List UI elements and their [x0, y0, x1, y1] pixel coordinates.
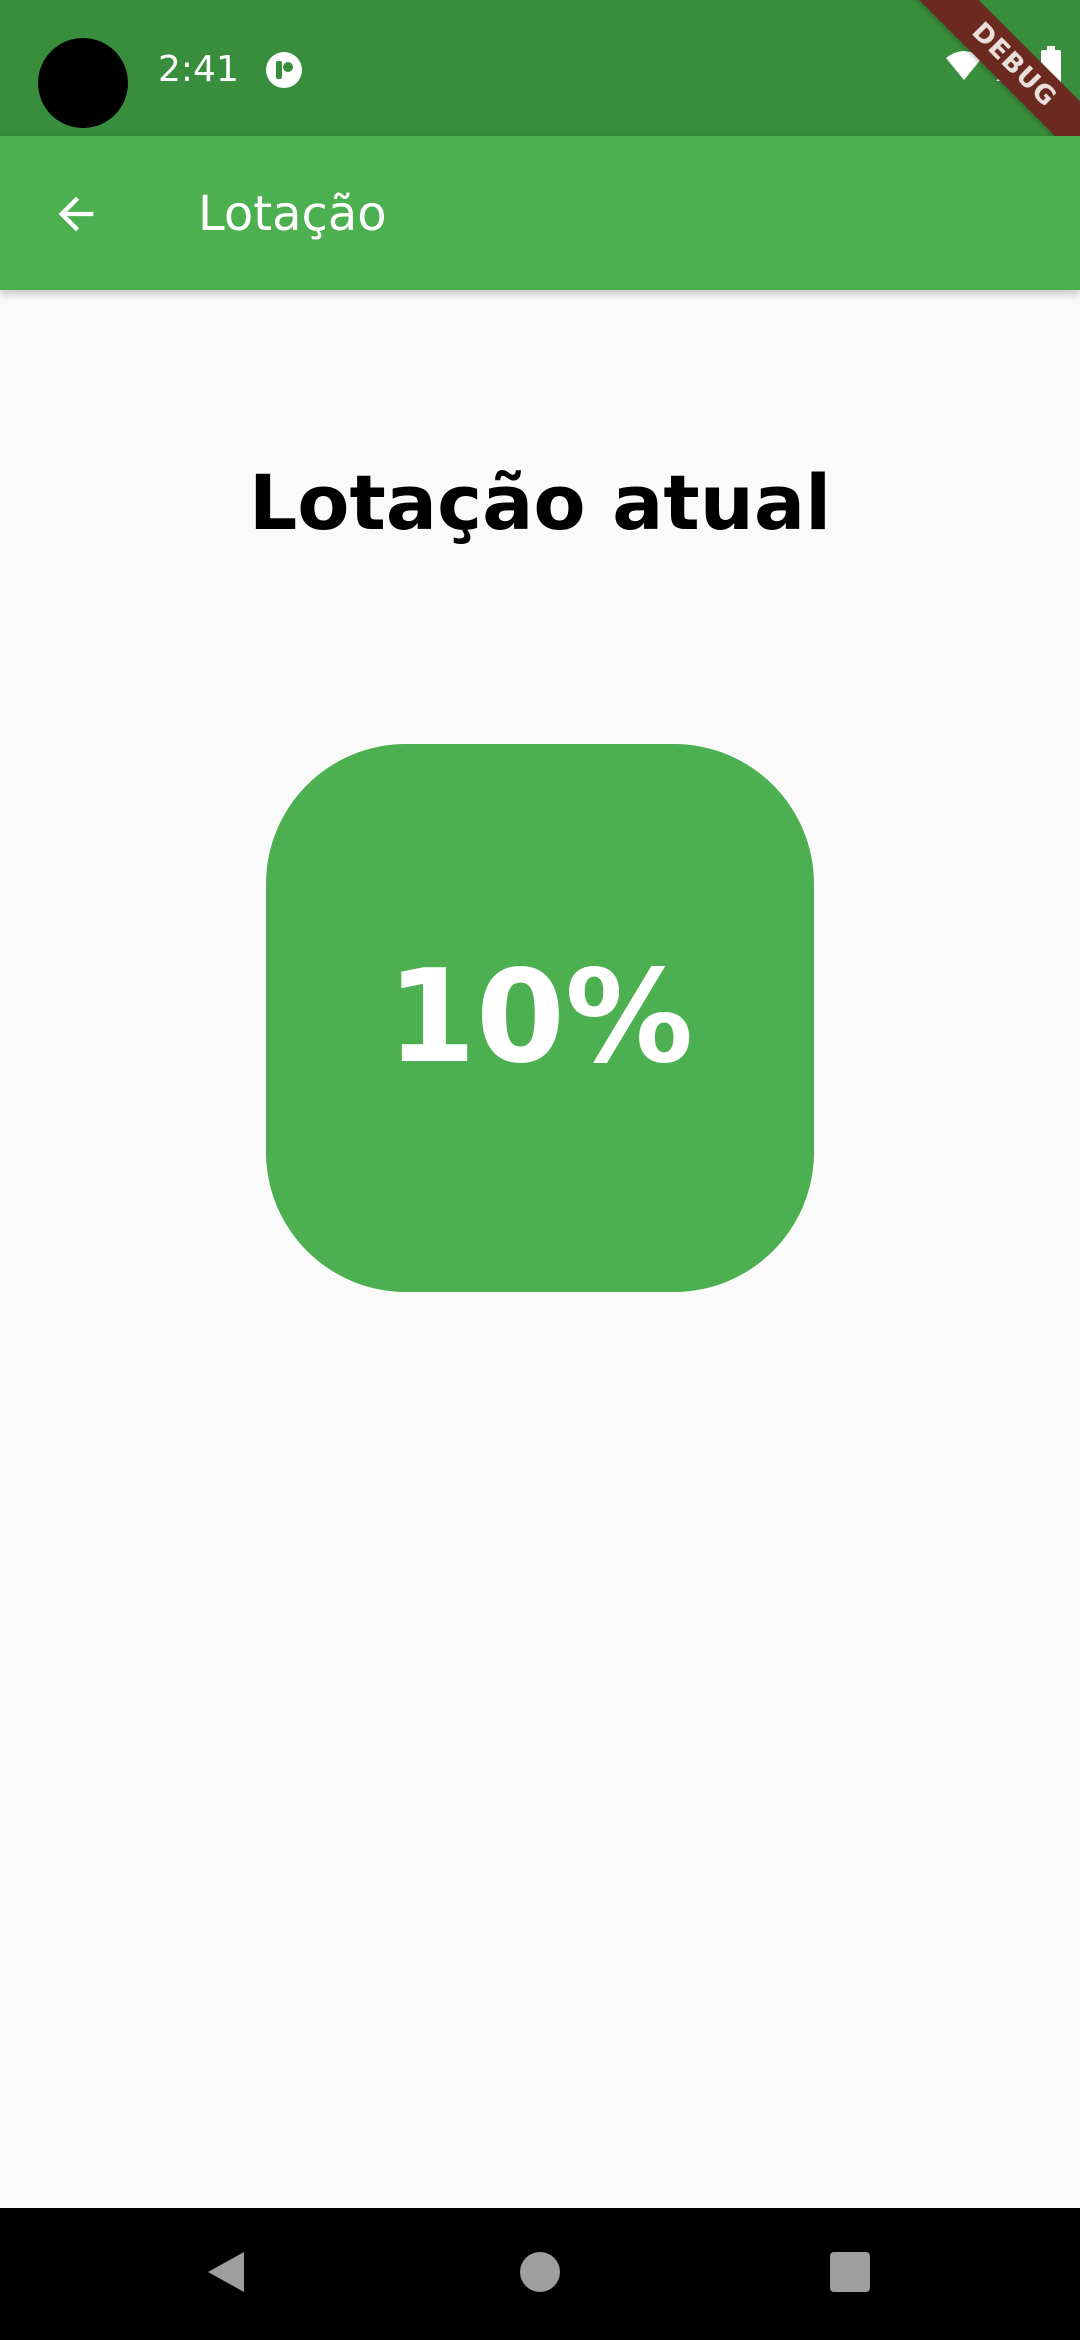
nav-back-button[interactable] — [184, 2232, 268, 2316]
arrow-back-icon — [50, 188, 102, 244]
camera-cutout — [38, 38, 128, 128]
back-triangle-icon — [204, 2248, 248, 2300]
signal-icon — [994, 49, 1030, 83]
recents-square-icon — [828, 2250, 872, 2298]
back-button[interactable] — [36, 176, 116, 256]
status-bar: 2:41 — [0, 0, 1080, 136]
app-bar: Lotação — [0, 136, 1080, 290]
navigation-bar — [0, 2208, 1080, 2340]
nav-home-button[interactable] — [498, 2232, 582, 2316]
app-bar-title: Lotação — [198, 186, 387, 242]
page-heading: Lotação atual — [248, 458, 832, 547]
status-time: 2:41 — [158, 49, 239, 90]
notification-icon — [264, 50, 304, 90]
occupancy-card: 10% — [266, 744, 814, 1292]
nav-recents-button[interactable] — [808, 2232, 892, 2316]
home-circle-icon — [518, 2250, 562, 2298]
occupancy-value: 10% — [386, 943, 694, 1092]
battery-icon — [1040, 46, 1062, 86]
status-icons — [944, 46, 1062, 86]
wifi-icon — [944, 50, 984, 82]
